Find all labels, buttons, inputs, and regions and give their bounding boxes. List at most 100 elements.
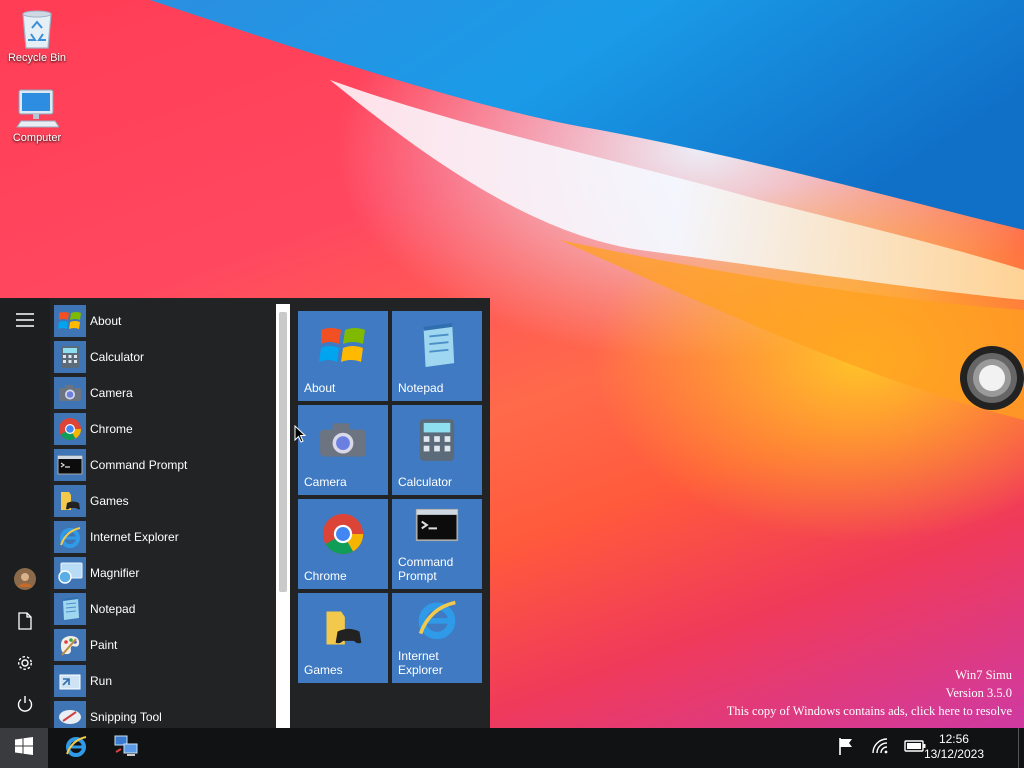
app-list-item-internet-explorer[interactable]: Internet Explorer — [50, 519, 275, 555]
start-menu: About Calculator Camera Chrome Command P… — [0, 298, 490, 728]
settings-button[interactable] — [0, 645, 50, 685]
desktop-icon-label: Computer — [12, 132, 62, 144]
app-label: Run — [90, 674, 113, 688]
calculator-icon — [392, 413, 482, 467]
recycle-bin-icon — [15, 6, 59, 50]
magnifier-icon — [54, 557, 86, 589]
command-prompt-icon — [392, 503, 482, 547]
games-icon — [54, 485, 86, 517]
computer-icon — [15, 86, 59, 130]
camera-icon — [54, 377, 86, 409]
snipping-tool-icon — [54, 701, 86, 728]
action-center-flag-icon — [837, 737, 855, 760]
taskbar-pinned-internet-explorer[interactable] — [56, 728, 96, 768]
app-list-item-magnifier[interactable]: Magnifier — [50, 555, 275, 591]
taskbar-pinned-network[interactable] — [104, 728, 148, 768]
hamburger-icon — [16, 312, 34, 332]
app-label: Snipping Tool — [90, 710, 162, 724]
app-list-item-notepad[interactable]: Notepad — [50, 591, 275, 627]
tile-label: Camera — [304, 475, 347, 489]
menu-expand-button[interactable] — [0, 302, 50, 342]
app-list-item-games[interactable]: Games — [50, 483, 275, 519]
app-list-item-about[interactable]: About — [50, 303, 275, 339]
games-icon — [298, 601, 388, 655]
notepad-icon — [54, 593, 86, 625]
app-list: About Calculator Camera Chrome Command P… — [50, 298, 275, 728]
windows-flag-icon — [54, 305, 86, 337]
desktop-icon-label: Recycle Bin — [7, 52, 67, 64]
app-label: Magnifier — [90, 566, 140, 580]
scrollbar-thumb[interactable] — [279, 312, 287, 592]
show-desktop-button[interactable] — [1018, 728, 1024, 768]
tile-label: Internet Explorer — [398, 649, 443, 677]
start-button[interactable] — [0, 728, 48, 768]
internet-explorer-icon — [64, 734, 88, 763]
tile-label: Games — [304, 663, 343, 677]
desktop-icon-recycle-bin[interactable]: Recycle Bin — [5, 6, 69, 64]
documents-button[interactable] — [0, 603, 50, 643]
user-avatar-icon — [14, 567, 36, 595]
clock-date: 13/12/2023 — [923, 747, 984, 761]
chrome-icon — [298, 507, 388, 561]
app-list-item-command-prompt[interactable]: Command Prompt — [50, 447, 275, 483]
tile-camera[interactable]: Camera — [298, 405, 388, 495]
user-account-button[interactable] — [0, 561, 50, 601]
app-list-item-camera[interactable]: Camera — [50, 375, 275, 411]
touch-ring-icon — [967, 353, 1017, 403]
watermark-version: Version 3.5.0 — [945, 686, 1012, 700]
tile-chrome[interactable]: Chrome — [298, 499, 388, 589]
windows-start-icon — [15, 736, 33, 760]
tile-command-prompt[interactable]: Command Prompt — [392, 499, 482, 589]
watermark-product: Win7 Simu — [955, 668, 1012, 682]
run-icon — [54, 665, 86, 697]
app-list-item-snipping-tool[interactable]: Snipping Tool — [50, 699, 275, 728]
app-list-item-run[interactable]: Run — [50, 663, 275, 699]
wifi-icon — [871, 737, 889, 759]
activation-watermark[interactable]: Win7 Simu Version 3.5.0 This copy of Win… — [727, 666, 1012, 720]
windows-flag-icon — [298, 319, 388, 373]
gear-icon — [16, 654, 34, 677]
tile-calculator[interactable]: Calculator — [392, 405, 482, 495]
app-list-item-calculator[interactable]: Calculator — [50, 339, 275, 375]
watermark-ads-notice[interactable]: This copy of Windows contains ads, click… — [727, 702, 1012, 720]
tile-label: About — [304, 381, 336, 395]
tile-games[interactable]: Games — [298, 593, 388, 683]
app-label: Paint — [90, 638, 118, 652]
app-list-item-chrome[interactable]: Chrome — [50, 411, 275, 447]
app-label: Chrome — [90, 422, 133, 436]
tile-label: Chrome — [304, 569, 347, 583]
paint-icon — [54, 629, 86, 661]
taskbar-clock[interactable]: 12:56 13/12/2023 — [924, 732, 984, 762]
notepad-icon — [392, 319, 482, 373]
app-list-scrollbar[interactable] — [276, 304, 290, 728]
calculator-icon — [54, 341, 86, 373]
power-icon — [16, 695, 34, 718]
clock-time: 12:56 — [938, 732, 969, 746]
tile-label: Notepad — [398, 381, 444, 395]
command-prompt-icon — [54, 449, 86, 481]
tray-action-center[interactable] — [834, 728, 858, 768]
camera-icon — [298, 413, 388, 467]
taskbar: 12:56 13/12/2023 — [0, 728, 1024, 768]
power-button[interactable] — [0, 686, 50, 726]
chrome-icon — [54, 413, 86, 445]
tile-notepad[interactable]: Notepad — [392, 311, 482, 401]
start-rail — [0, 298, 50, 728]
tile-label: Command Prompt — [398, 555, 454, 583]
document-icon — [18, 611, 32, 635]
app-label: Calculator — [90, 350, 145, 364]
app-label: Command Prompt — [90, 458, 188, 472]
desktop-icon-computer[interactable]: Computer — [5, 86, 69, 144]
app-label: Camera — [90, 386, 133, 400]
mouse-cursor-icon — [294, 424, 307, 448]
tile-internet-explorer[interactable]: Internet Explorer — [392, 593, 482, 683]
network-computers-icon — [113, 734, 139, 763]
tray-network[interactable] — [868, 728, 892, 768]
app-list-item-paint[interactable]: Paint — [50, 627, 275, 663]
tile-about[interactable]: About — [298, 311, 388, 401]
app-label: Internet Explorer — [90, 530, 179, 544]
tile-label: Calculator — [398, 475, 453, 489]
assistive-touch-button[interactable] — [960, 346, 1024, 410]
internet-explorer-icon — [54, 521, 86, 553]
internet-explorer-icon — [392, 597, 482, 641]
